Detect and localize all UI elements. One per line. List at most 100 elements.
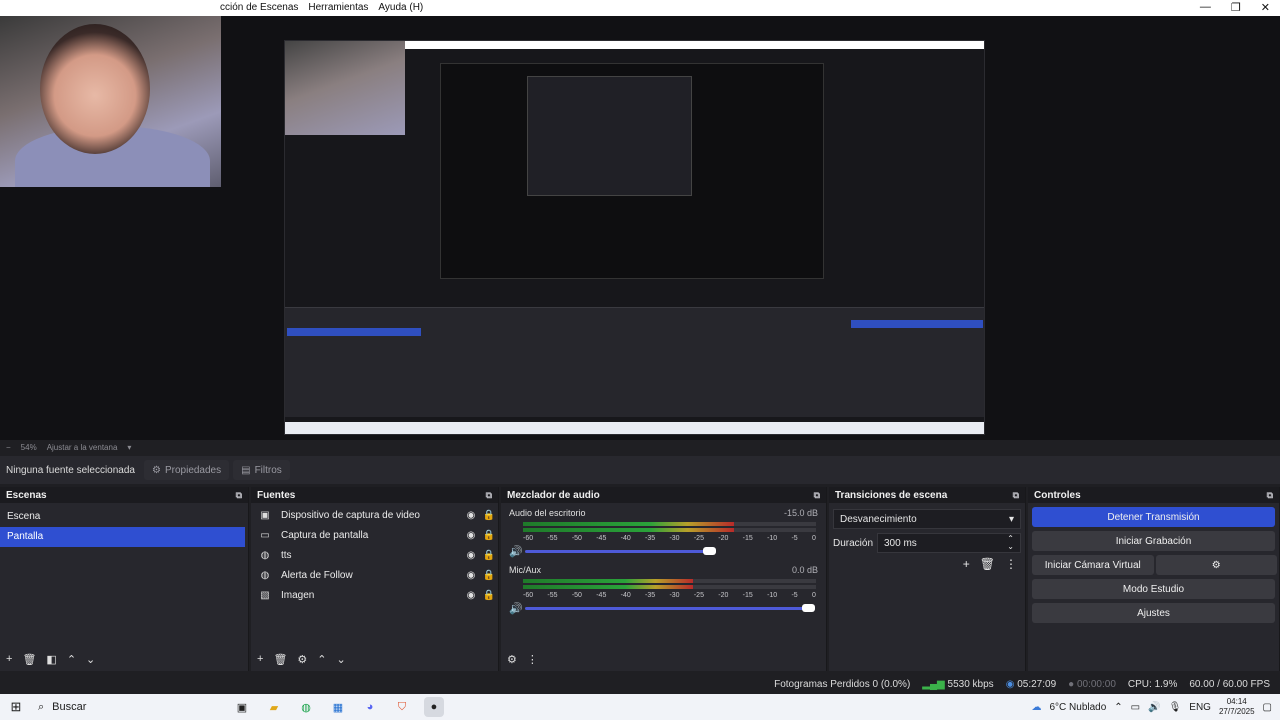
gear-icon[interactable]: ⚙	[297, 653, 307, 666]
system-tray: ☁ 6°C Nublado ⌃ ▭ 🔊 🎙 ENG 04:14 27/7/202…	[1031, 697, 1280, 717]
zoom-out-button[interactable]: −	[6, 443, 11, 452]
lock-icon[interactable]: 🔒	[480, 510, 498, 521]
menu-bar: cción de Escenas Herramientas Ayuda (H) …	[0, 0, 1280, 16]
chevron-down-icon[interactable]: ⌄	[86, 653, 95, 666]
more-menu-icon[interactable]: ⋮	[527, 653, 538, 666]
weather-text[interactable]: 6°C Nublado	[1049, 702, 1106, 713]
chevron-up-icon[interactable]: ⌃	[317, 653, 326, 666]
eye-icon[interactable]: ◉	[462, 550, 480, 561]
source-item[interactable]: ◍ Alerta de Follow ◉ 🔒	[251, 565, 498, 585]
network-icon[interactable]: ▭	[1131, 702, 1140, 713]
clock[interactable]: 04:14 27/7/2025	[1219, 697, 1255, 717]
trash-icon[interactable]: 🗑	[980, 557, 995, 571]
channel-db: -15.0 dB	[783, 508, 818, 518]
scene-item-pantalla[interactable]: Pantalla	[0, 527, 245, 547]
trash-icon[interactable]: 🗑	[22, 653, 36, 666]
volume-slider[interactable]	[525, 607, 815, 610]
eye-icon[interactable]: ◉	[462, 510, 480, 521]
menu-scene-collection[interactable]: cción de Escenas	[220, 2, 298, 13]
filter-icon: ▤	[241, 464, 251, 476]
add-icon[interactable]: +	[257, 653, 263, 665]
float-dock-icon[interactable]: ⧉	[486, 490, 492, 501]
more-menu-icon[interactable]: ⋮	[1005, 557, 1017, 571]
weather-icon[interactable]: ☁	[1031, 702, 1041, 713]
chevron-down-icon[interactable]: ⌄	[337, 653, 346, 666]
chevron-up-icon[interactable]: ⌃	[67, 653, 76, 666]
scene-item-escena[interactable]: Escena	[0, 507, 248, 527]
lock-icon[interactable]: 🔒	[480, 550, 498, 561]
notification-icon[interactable]: ▢	[1263, 702, 1272, 713]
stop-streaming-button[interactable]: Detener Transmisión	[1032, 507, 1275, 527]
duration-row: Duración 300 ms ⌃ ⌄	[833, 533, 1021, 553]
volume-handle[interactable]	[802, 604, 815, 612]
eye-icon[interactable]: ◉	[462, 530, 480, 541]
gear-icon[interactable]: ⚙	[1155, 555, 1277, 575]
volume-icon[interactable]: 🔊	[509, 545, 523, 558]
start-virtual-camera-button[interactable]: Iniciar Cámara Virtual	[1032, 555, 1154, 575]
scenes-dock: Escenas ⧉ Escena Pantalla + 🗑 ◧ ⌃ ⌄	[0, 487, 249, 671]
eye-icon[interactable]: ◉	[462, 590, 480, 601]
filters-button[interactable]: ▤ Filtros	[233, 460, 290, 480]
mic-icon[interactable]: 🎙	[1169, 702, 1182, 713]
volume-icon[interactable]: 🔊	[1148, 702, 1160, 713]
lang-indicator[interactable]: ENG	[1189, 702, 1211, 713]
meter-fill	[523, 528, 734, 532]
source-item[interactable]: ▣ Dispositivo de captura de video ◉ 🔒	[251, 505, 498, 525]
restore-button[interactable]: ❐	[1231, 1, 1241, 14]
add-icon[interactable]: +	[6, 653, 12, 665]
float-dock-icon[interactable]: ⧉	[236, 490, 242, 501]
studio-mode-button[interactable]: Modo Estudio	[1032, 579, 1275, 599]
eye-icon[interactable]: ◉	[462, 570, 480, 581]
fit-to-window-button[interactable]: Ajustar a la ventana	[47, 443, 118, 452]
store-icon[interactable]: ▦	[328, 697, 348, 717]
properties-button[interactable]: ⚙ Propiedades	[144, 460, 230, 480]
chevron-up-icon[interactable]: ⌃	[1114, 702, 1122, 713]
source-item[interactable]: ▧ Imagen ◉ 🔒	[251, 585, 498, 605]
source-item[interactable]: ▭ Captura de pantalla ◉ 🔒	[251, 525, 498, 545]
lock-icon[interactable]: 🔒	[480, 530, 498, 541]
minimize-button[interactable]: —	[1200, 1, 1211, 14]
obs-icon[interactable]: ●	[424, 697, 444, 717]
dropped-frames: Fotogramas Perdidos 0 (0.0%)	[774, 678, 911, 690]
start-recording-button[interactable]: Iniciar Grabación	[1032, 531, 1275, 551]
dock-title: Controles	[1034, 489, 1081, 501]
float-dock-icon[interactable]: ⧉	[1013, 490, 1019, 501]
preview-canvas[interactable]	[0, 16, 1280, 440]
whatsapp-icon[interactable]: ◍	[296, 697, 316, 717]
transition-select[interactable]: Desvanecimiento ▾	[833, 509, 1021, 529]
taskbar-search[interactable]: ⌕ Buscar	[32, 701, 212, 714]
chevron-down-icon[interactable]: ▾	[127, 443, 131, 452]
volume-handle[interactable]	[703, 547, 716, 555]
menu-tools[interactable]: Herramientas	[308, 2, 368, 13]
webcam-feed	[0, 16, 221, 187]
windows-start-icon[interactable]: ⊞	[0, 699, 32, 715]
trash-icon[interactable]: 🗑	[273, 653, 287, 666]
volume-slider[interactable]	[525, 550, 716, 553]
source-item[interactable]: ◍ tts ◉ 🔒	[251, 545, 498, 565]
cpu-usage: CPU: 1.9%	[1127, 678, 1178, 690]
discord-icon[interactable]: ◕	[360, 697, 380, 717]
task-view-icon[interactable]: ▣	[232, 697, 252, 717]
lock-icon[interactable]: 🔒	[480, 590, 498, 601]
advanced-audio-icon[interactable]: ⚙	[507, 653, 517, 666]
file-explorer-icon[interactable]: ▰	[264, 697, 284, 717]
float-dock-icon[interactable]: ⧉	[814, 490, 820, 501]
audio-mixer-dock: Mezclador de audio ⧉ Audio del escritorio…	[501, 487, 827, 671]
spin-arrows-icon[interactable]: ⌃ ⌄	[1007, 535, 1014, 551]
volume-icon[interactable]: 🔊	[509, 602, 523, 615]
menu-help[interactable]: Ayuda (H)	[378, 2, 423, 13]
brave-icon[interactable]: ⛉	[392, 697, 412, 717]
image-icon: ▧	[260, 589, 270, 601]
meter-scale: -60 -55 -50 -45 -40 -35 -30 -25 -20 -15 -10 -5 0	[523, 592, 816, 599]
signal-icon: ▂▄▆	[922, 678, 945, 690]
float-dock-icon[interactable]: ⧉	[1267, 490, 1273, 501]
close-button[interactable]: ✕	[1261, 1, 1270, 14]
windows-taskbar: ⊞ ⌕ Buscar ▣ ▰ ◍ ▦ ◕ ⛉ ● ☁ 6°C Nublado ⌃…	[0, 694, 1280, 720]
duration-spinbox[interactable]: 300 ms ⌃ ⌄	[877, 533, 1021, 553]
lock-icon[interactable]: 🔒	[480, 570, 498, 581]
filter-icon[interactable]: ◧	[46, 653, 56, 666]
fps: 60.00 / 60.00 FPS	[1189, 678, 1270, 690]
settings-button[interactable]: Ajustes	[1032, 603, 1275, 623]
add-icon[interactable]: +	[963, 557, 970, 571]
monitor-icon: ▭	[260, 529, 270, 541]
